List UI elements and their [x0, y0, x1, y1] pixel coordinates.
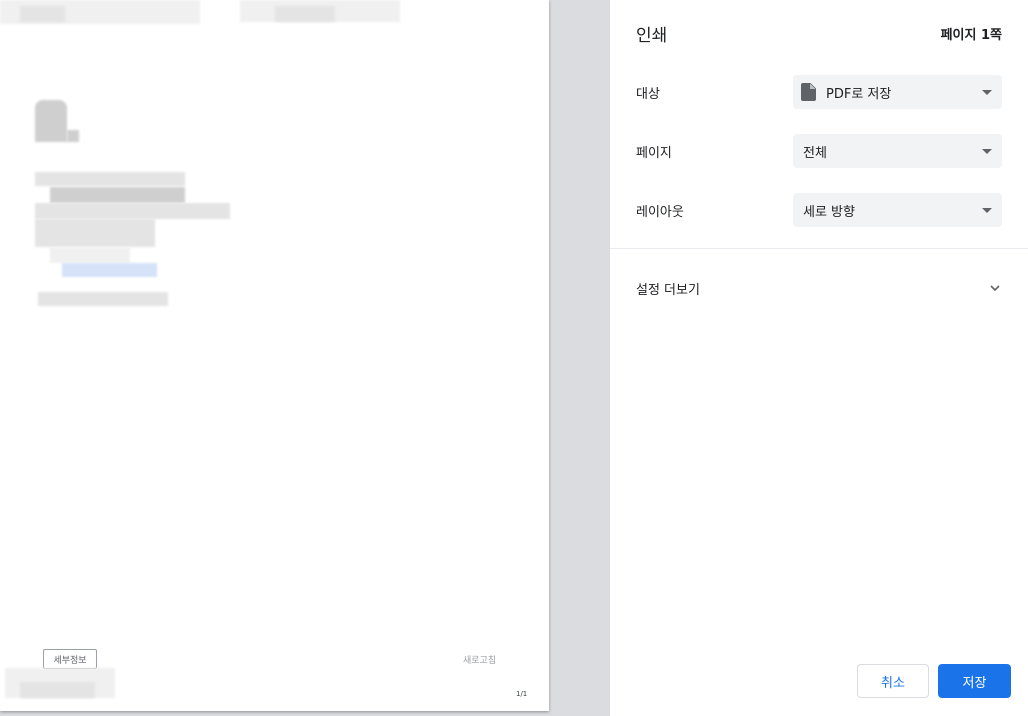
redacted-logo — [67, 130, 79, 142]
preview-page: 세부정보 새로고침 1/1 — [0, 0, 549, 711]
document-icon — [801, 83, 816, 101]
dropdown-arrow-icon — [982, 207, 992, 213]
more-settings-toggle[interactable]: 설정 더보기 — [636, 276, 1002, 300]
pages-value: 전체 — [803, 145, 827, 161]
redacted-text — [38, 292, 168, 306]
redacted-link — [62, 263, 157, 277]
divider — [610, 248, 1028, 249]
redacted-logo — [35, 100, 67, 142]
pages-label: 페이지 — [636, 145, 672, 161]
details-button[interactable]: 세부정보 — [43, 649, 97, 669]
print-preview-area: 세부정보 새로고침 1/1 — [0, 0, 610, 716]
redacted-text — [50, 247, 130, 263]
chevron-down-icon — [990, 285, 1000, 292]
dropdown-arrow-icon — [982, 89, 992, 95]
print-settings-sidebar: 인쇄 페이지 1쪽 대상 PDF로 저장 페이지 전체 레이아웃 세로 방향 설… — [610, 0, 1028, 716]
destination-label: 대상 — [636, 86, 660, 102]
redacted-content — [20, 6, 65, 22]
destination-value: PDF로 저장 — [826, 86, 892, 102]
setting-layout: 레이아웃 세로 방향 — [636, 193, 1002, 227]
redacted-text — [35, 219, 155, 247]
refresh-link[interactable]: 새로고침 — [463, 653, 496, 666]
setting-pages: 페이지 전체 — [636, 134, 1002, 168]
layout-select[interactable]: 세로 방향 — [793, 193, 1002, 227]
cancel-button[interactable]: 취소 — [857, 664, 929, 698]
dropdown-arrow-icon — [982, 148, 992, 154]
redacted-content — [275, 6, 335, 22]
layout-label: 레이아웃 — [636, 204, 684, 220]
more-settings-label: 설정 더보기 — [636, 282, 700, 298]
redacted-content — [20, 682, 95, 698]
print-dialog: 세부정보 새로고침 1/1 인쇄 페이지 1쪽 대상 PDF로 저장 페이지 전… — [0, 0, 1028, 716]
setting-destination: 대상 PDF로 저장 — [636, 75, 1002, 109]
layout-value: 세로 방향 — [803, 204, 855, 220]
dialog-title: 인쇄 — [636, 25, 668, 46]
redacted-text — [35, 203, 230, 219]
redacted-text — [50, 187, 185, 203]
page-number: 1/1 — [516, 690, 528, 698]
destination-select[interactable]: PDF로 저장 — [793, 75, 1002, 109]
save-button[interactable]: 저장 — [938, 664, 1011, 698]
page-count: 페이지 1쪽 — [940, 27, 1002, 43]
redacted-text — [35, 172, 185, 186]
sidebar-header: 인쇄 페이지 1쪽 — [636, 20, 1002, 46]
pages-select[interactable]: 전체 — [793, 134, 1002, 168]
